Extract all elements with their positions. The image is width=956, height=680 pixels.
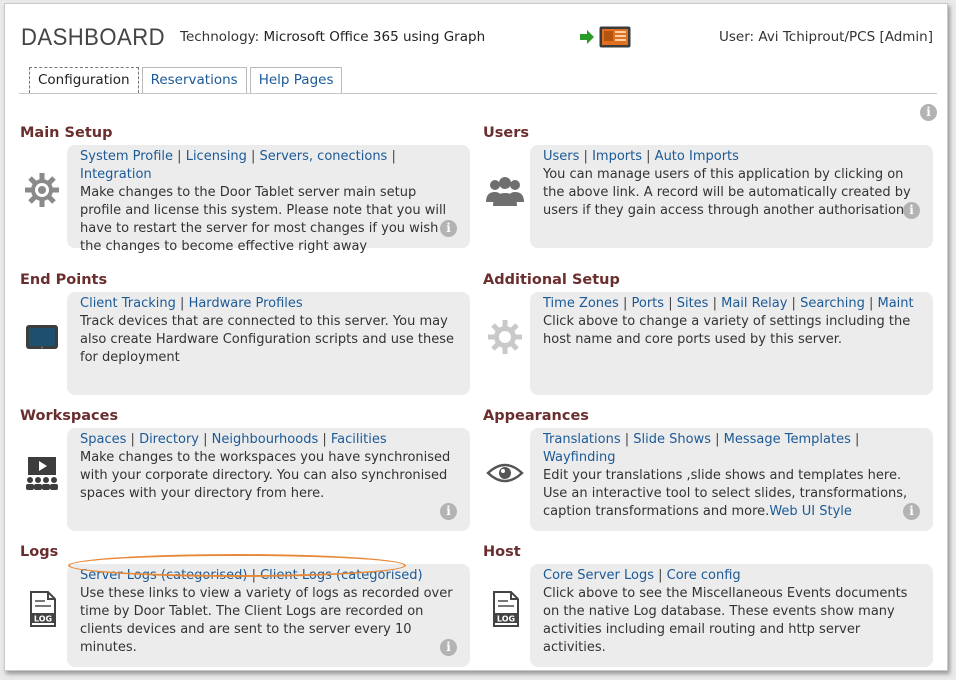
link-row: Client Tracking | Hardware Profiles bbox=[80, 296, 303, 311]
section-card: Client Tracking | Hardware Profiles Trac… bbox=[67, 292, 470, 395]
tab-bar: Configuration Reservations Help Pages bbox=[29, 67, 343, 93]
section-title: Users bbox=[483, 125, 530, 141]
section-additional-setup: Additional Setup Time Zones | Ports | Si… bbox=[483, 272, 935, 402]
link-wayfinding[interactable]: Wayfinding bbox=[543, 450, 615, 465]
section-workspaces: Workspaces Spaces | Directory | Neighbou… bbox=[20, 408, 472, 538]
tab-divider bbox=[19, 93, 937, 94]
svg-text:LOG: LOG bbox=[34, 615, 52, 624]
link-client-logs[interactable]: Client Logs (categorised) bbox=[260, 568, 422, 583]
svg-text:LOG: LOG bbox=[497, 615, 515, 624]
current-user: User: Avi Tchiprout/PCS [Admin] bbox=[719, 29, 933, 45]
technology-info: Technology: Microsoft Office 365 using G… bbox=[180, 29, 485, 45]
link-mail-relay[interactable]: Mail Relay bbox=[721, 296, 787, 311]
link-sites[interactable]: Sites bbox=[677, 296, 709, 311]
section-main-setup: Main Setup System Profile | Licensing | … bbox=[20, 125, 472, 255]
users-icon bbox=[486, 177, 524, 206]
info-icon[interactable]: i bbox=[440, 220, 457, 237]
link-servers-connections[interactable]: Servers, conections bbox=[260, 149, 388, 164]
section-title: Main Setup bbox=[20, 125, 113, 141]
section-description: Make changes to the workspaces you have … bbox=[80, 450, 451, 501]
link-slide-shows[interactable]: Slide Shows bbox=[633, 432, 711, 447]
tab-configuration[interactable]: Configuration bbox=[29, 67, 139, 93]
link-hardware-profiles[interactable]: Hardware Profiles bbox=[189, 296, 303, 311]
eye-icon bbox=[486, 463, 524, 483]
info-icon[interactable]: i bbox=[903, 503, 920, 520]
section-end-points: End Points Client Tracking | Hardware Pr… bbox=[20, 272, 472, 402]
section-title: Additional Setup bbox=[483, 272, 620, 288]
link-system-profile[interactable]: System Profile bbox=[80, 149, 173, 164]
tab-help-pages[interactable]: Help Pages bbox=[249, 67, 343, 93]
door-tablet-icon[interactable] bbox=[599, 26, 631, 48]
link-row: Server Logs (categorised) | Client Logs … bbox=[80, 568, 423, 583]
link-ports[interactable]: Ports bbox=[632, 296, 665, 311]
technology-label: Technology: bbox=[180, 29, 260, 45]
link-core-config[interactable]: Core config bbox=[667, 568, 741, 583]
page-title: DASHBOARD bbox=[21, 24, 166, 51]
section-card: Time Zones | Ports | Sites | Mail Relay … bbox=[530, 292, 933, 395]
section-description: Click above to see the Miscellaneous Eve… bbox=[543, 586, 908, 655]
link-translations[interactable]: Translations bbox=[543, 432, 621, 447]
info-icon[interactable]: i bbox=[440, 503, 457, 520]
section-card: Spaces | Directory | Neighbourhoods | Fa… bbox=[67, 428, 470, 531]
section-description: Use these links to view a variety of log… bbox=[80, 586, 453, 655]
link-integration[interactable]: Integration bbox=[80, 167, 152, 182]
section-users: Users Users | Imports | Auto Imports You… bbox=[483, 125, 935, 255]
tab-reservations[interactable]: Reservations bbox=[141, 67, 247, 93]
link-message-templates[interactable]: Message Templates bbox=[724, 432, 851, 447]
tablet-icon bbox=[26, 325, 58, 349]
link-row: Time Zones | Ports | Sites | Mail Relay … bbox=[543, 296, 914, 311]
link-row: Core Server Logs | Core config bbox=[543, 568, 741, 583]
link-directory[interactable]: Directory bbox=[139, 432, 199, 447]
technology-value: Microsoft Office 365 using Graph bbox=[263, 29, 486, 45]
section-card: Core Server Logs | Core config Click abo… bbox=[530, 564, 933, 667]
section-appearances: Appearances Translations | Slide Shows |… bbox=[483, 408, 935, 538]
section-description: Track devices that are connected to this… bbox=[80, 314, 454, 365]
section-title: End Points bbox=[20, 272, 108, 288]
section-card: System Profile | Licensing | Servers, co… bbox=[67, 145, 470, 254]
gear-icon bbox=[25, 173, 59, 207]
link-row: System Profile | Licensing | Servers, co… bbox=[80, 149, 396, 182]
link-spaces[interactable]: Spaces bbox=[80, 432, 126, 447]
dashboard-window: DASHBOARD Technology: Microsoft Office 3… bbox=[4, 3, 948, 671]
link-users[interactable]: Users bbox=[543, 149, 579, 164]
link-imports[interactable]: Imports bbox=[592, 149, 642, 164]
link-time-zones[interactable]: Time Zones bbox=[543, 296, 619, 311]
link-maint[interactable]: Maint bbox=[878, 296, 914, 311]
section-logs: Logs LOG Server Logs (categorised) | Cli… bbox=[20, 544, 472, 674]
link-row: Users | Imports | Auto Imports bbox=[543, 149, 739, 164]
link-core-server-logs[interactable]: Core Server Logs bbox=[543, 568, 654, 583]
section-description: Edit your translations ,slide shows and … bbox=[543, 468, 908, 519]
cog-icon bbox=[488, 320, 522, 354]
section-host: Host LOG Core Server Logs | Core config … bbox=[483, 544, 935, 674]
info-icon[interactable]: i bbox=[920, 104, 937, 121]
link-auto-imports[interactable]: Auto Imports bbox=[655, 149, 739, 164]
section-title: Logs bbox=[20, 544, 59, 560]
section-title: Workspaces bbox=[20, 408, 119, 424]
link-client-tracking[interactable]: Client Tracking bbox=[80, 296, 176, 311]
link-neighbourhoods[interactable]: Neighbourhoods bbox=[212, 432, 319, 447]
section-description: You can manage users of this application… bbox=[543, 167, 911, 218]
link-row: Spaces | Directory | Neighbourhoods | Fa… bbox=[80, 432, 387, 447]
link-web-ui-style[interactable]: Web UI Style bbox=[769, 504, 852, 519]
link-row: Translations | Slide Shows | Message Tem… bbox=[543, 432, 860, 465]
info-icon[interactable]: i bbox=[440, 639, 457, 656]
log-file-icon: LOG bbox=[493, 591, 519, 627]
info-icon[interactable]: i bbox=[903, 202, 920, 219]
presentation-icon bbox=[26, 457, 58, 490]
section-card: Users | Imports | Auto Imports You can m… bbox=[530, 145, 933, 248]
section-title: Host bbox=[483, 544, 521, 560]
section-card: Server Logs (categorised) | Client Logs … bbox=[67, 564, 470, 667]
section-card: Translations | Slide Shows | Message Tem… bbox=[530, 428, 933, 531]
link-licensing[interactable]: Licensing bbox=[186, 149, 247, 164]
section-description: Click above to change a variety of setti… bbox=[543, 314, 911, 347]
link-facilities[interactable]: Facilities bbox=[331, 432, 387, 447]
link-server-logs[interactable]: Server Logs (categorised) bbox=[80, 568, 247, 583]
section-title: Appearances bbox=[483, 408, 589, 424]
section-description: Make changes to the Door Tablet server m… bbox=[80, 185, 447, 254]
arrow-right-icon bbox=[580, 30, 594, 44]
log-file-icon: LOG bbox=[30, 591, 56, 627]
link-searching[interactable]: Searching bbox=[800, 296, 865, 311]
